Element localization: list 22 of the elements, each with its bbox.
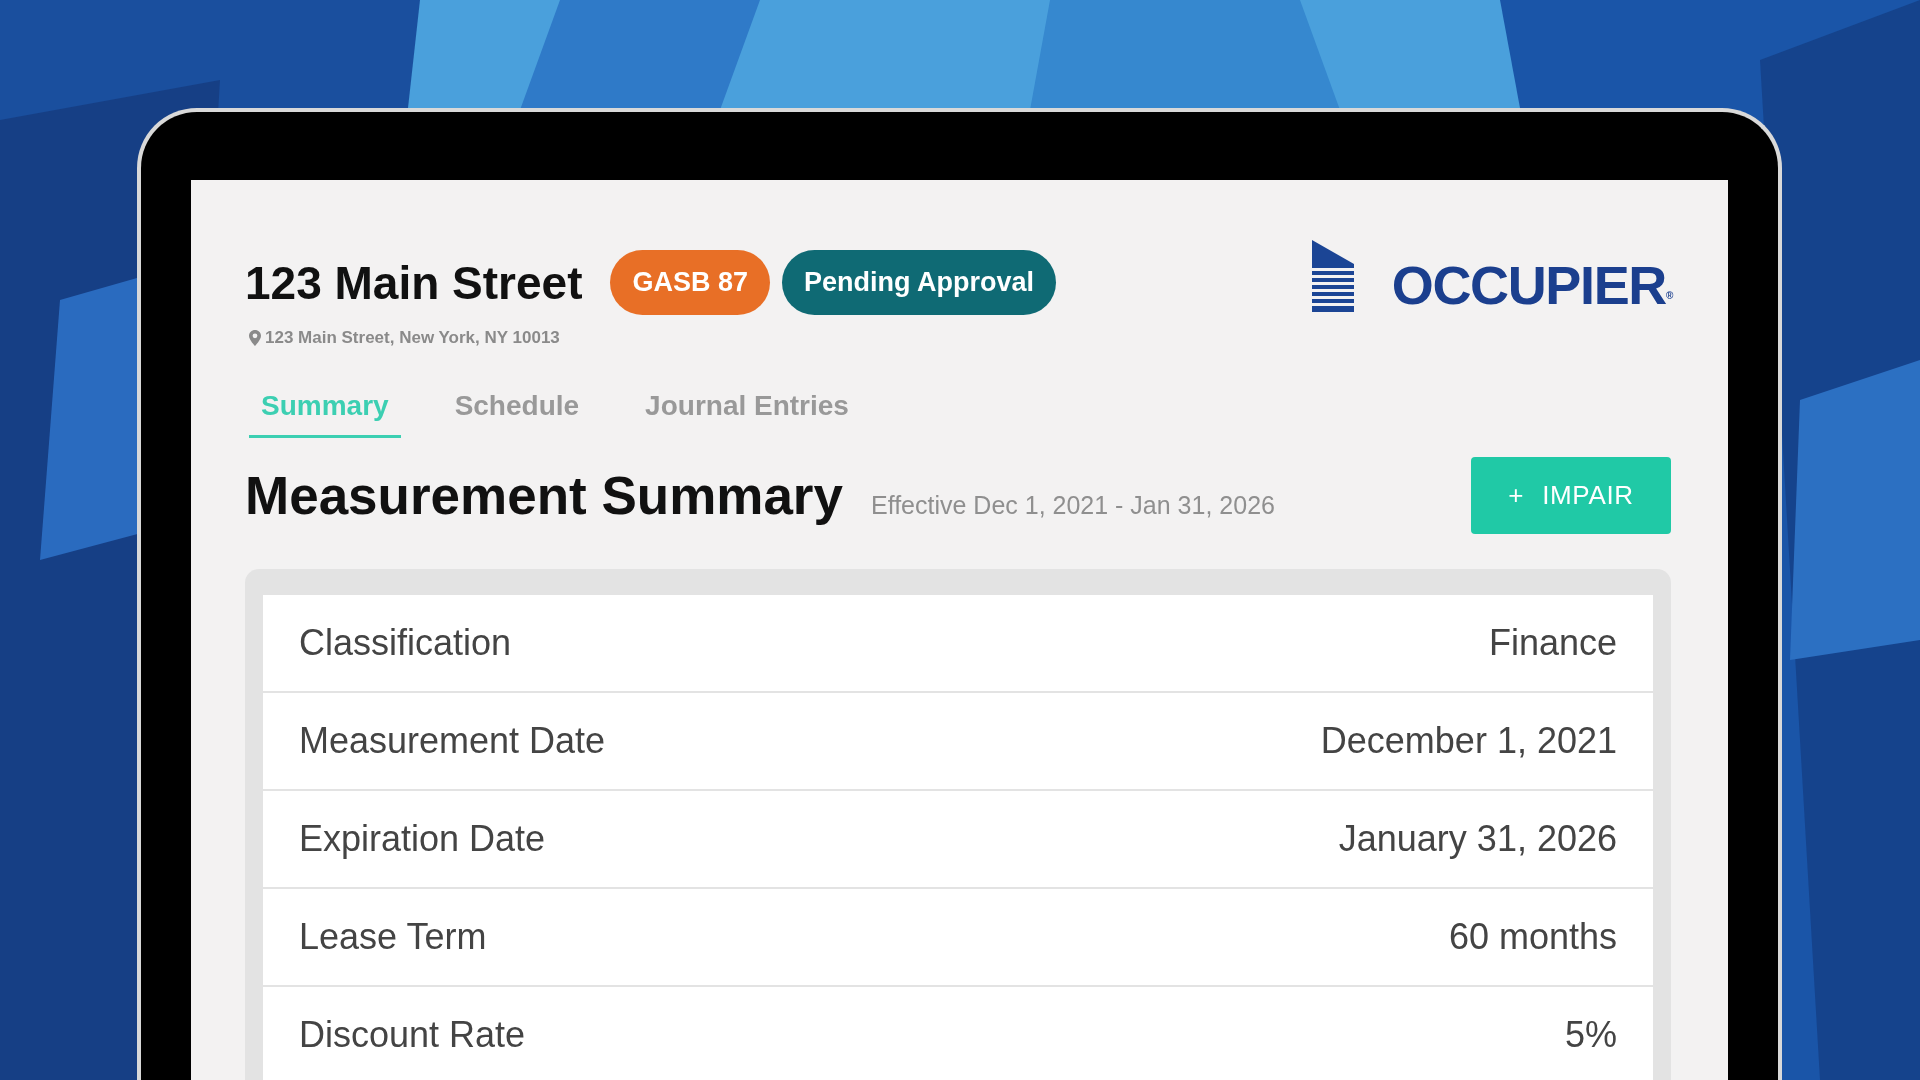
row-label: Lease Term [299,915,487,959]
row-label: Classification [299,621,512,665]
tab[interactable]: Schedule [442,384,592,438]
impair-button[interactable]: + IMPAIR [1471,456,1671,534]
tab[interactable]: Summary [249,384,401,438]
row-label: Expiration Date [299,817,546,861]
status-badge: GASB 87 [610,250,771,315]
row-label: Discount Rate [299,1013,526,1057]
section-title: Measurement Summary [245,464,843,527]
row-label: Measurement Date [299,719,606,763]
row-value: Finance [1488,621,1617,665]
effective-dates: Effective Dec 1, 2021 - Jan 31, 2026 [870,489,1275,521]
row-value: 5% [1564,1013,1617,1057]
property-title: 123 Main Street [245,259,583,306]
row-value: January 31, 2026 [1338,817,1617,861]
row-value: 60 months [1448,915,1617,959]
building-logo-icon [1311,240,1354,312]
location-pin-icon [249,329,261,346]
row-value: December 1, 2021 [1320,719,1617,763]
tab[interactable]: Journal Entries [633,384,861,438]
status-badge: Pending Approval [782,250,1057,315]
property-address: 123 Main Street, New York, NY 10013 [265,327,560,349]
